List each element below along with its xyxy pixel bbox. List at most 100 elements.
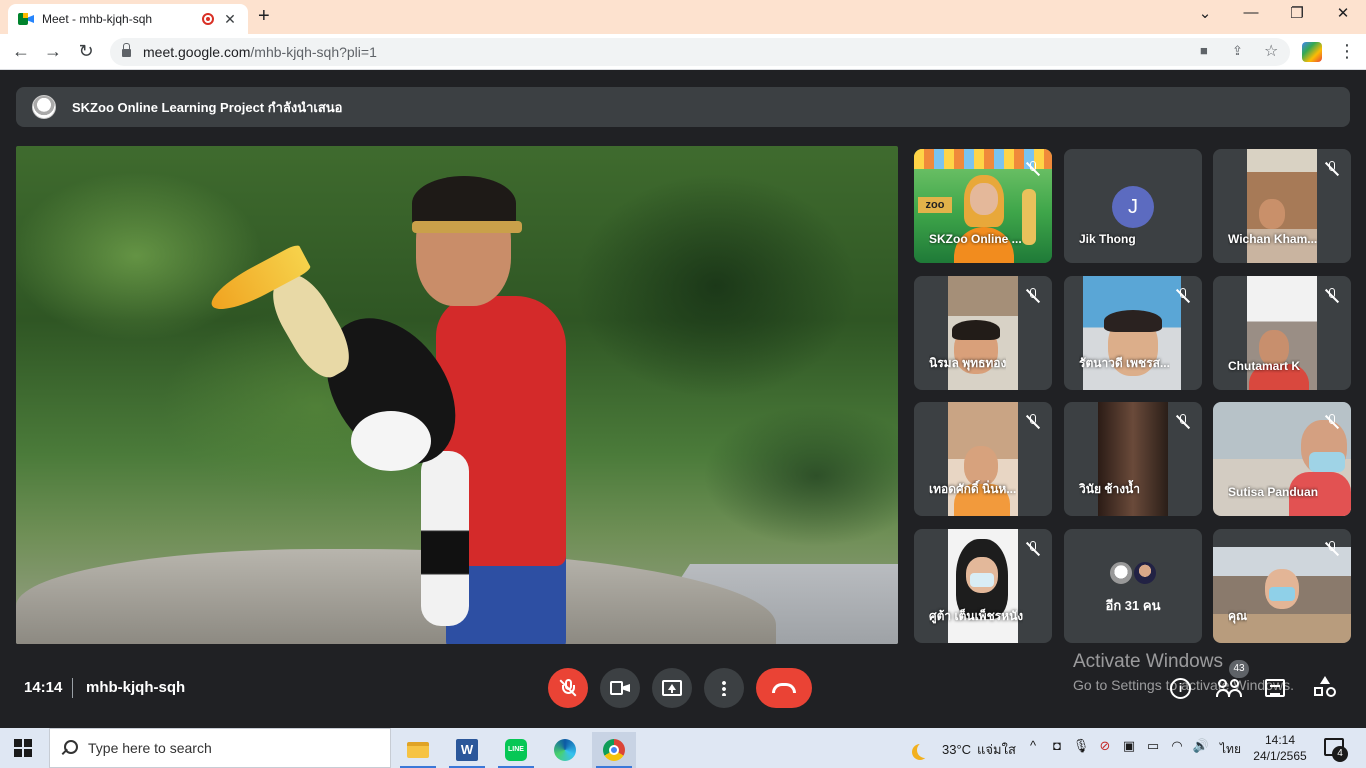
display-tray-icon[interactable]: ▣ xyxy=(1120,738,1138,754)
participant-tile[interactable]: นิรมล พุทธทอง xyxy=(914,276,1052,390)
share-icon[interactable]: ⇪ xyxy=(1232,43,1243,59)
participant-tile[interactable]: วินัย ช้างน้ำ xyxy=(1064,402,1202,516)
toggle-camera-button[interactable] xyxy=(600,668,640,708)
back-arrow-icon[interactable]: ← xyxy=(10,41,32,62)
line-taskbar-button[interactable]: LINE xyxy=(494,732,538,768)
forward-arrow-icon[interactable]: → xyxy=(42,41,64,62)
chevron-up-icon[interactable]: ^ xyxy=(1024,738,1042,753)
tab-close-icon[interactable]: ✕ xyxy=(222,11,238,28)
battery-icon[interactable]: ▭ xyxy=(1144,738,1162,754)
file-explorer-taskbar-button[interactable] xyxy=(396,732,440,768)
close-window-button[interactable]: ✕ xyxy=(1328,4,1358,22)
chat-icon[interactable] xyxy=(1265,679,1285,697)
activities-icon[interactable] xyxy=(1314,676,1336,698)
antivirus-tray-icon[interactable]: ⊘ xyxy=(1096,738,1114,754)
word-icon: W xyxy=(456,739,478,761)
edge-taskbar-button[interactable] xyxy=(543,732,587,768)
camera-icon xyxy=(610,681,630,695)
minimize-button[interactable]: — xyxy=(1236,4,1266,21)
windows-start-icon[interactable] xyxy=(14,739,32,757)
chrome-taskbar-button[interactable] xyxy=(592,732,636,768)
more-options-button[interactable] xyxy=(704,668,744,708)
mic-off-icon xyxy=(1324,541,1340,557)
participant-tile[interactable]: Wichan Kham... xyxy=(1213,149,1351,263)
taskbar-search-box[interactable]: Type here to search xyxy=(49,728,391,768)
address-bar[interactable]: meet.google.com/mhb-kjqh-sqh?pli=1 ■ ⇪ ☆ xyxy=(110,38,1290,66)
participant-name: คุณ xyxy=(1228,609,1248,623)
present-screen-icon xyxy=(662,680,682,696)
browser-toolbar: ← → ↻ meet.google.com/mhb-kjqh-sqh?pli=1… xyxy=(0,34,1366,70)
browser-menu-icon[interactable]: ⋮ xyxy=(1336,41,1358,62)
participant-tile[interactable]: zoo SKZoo Online ... xyxy=(914,149,1052,263)
lock-icon[interactable] xyxy=(122,42,131,58)
mic-off-icon xyxy=(1175,414,1191,430)
participant-tile[interactable]: รัตนาวดี เพชรส... xyxy=(1064,276,1202,390)
volume-icon[interactable]: 🔊 xyxy=(1192,738,1210,754)
participant-name: นิรมล พุทธทอง xyxy=(929,356,1007,370)
toggle-mic-button[interactable] xyxy=(548,668,588,708)
meeting-code: mhb-kjqh-sqh xyxy=(86,679,186,696)
browser-tab-strip: Meet - mhb-kjqh-sqh ✕ + ⌄ — ❐ ✕ xyxy=(0,0,1366,34)
reload-icon[interactable]: ↻ xyxy=(75,41,97,62)
browser-tab-meet[interactable]: Meet - mhb-kjqh-sqh ✕ xyxy=(8,4,248,34)
mic-off-icon xyxy=(559,679,577,697)
maximize-button[interactable]: ❐ xyxy=(1282,4,1312,22)
word-taskbar-button[interactable]: W xyxy=(445,732,489,768)
participant-name: ศูต้า เต็นเพ็ชรหนัง xyxy=(929,609,1024,623)
participant-tile[interactable]: Sutisa Panduan xyxy=(1213,402,1351,516)
self-tile[interactable]: คุณ xyxy=(1213,529,1351,643)
presenting-banner: SKZoo Online Learning Project กำลังนำเสน… xyxy=(16,87,1350,127)
meeting-details-info-icon[interactable]: i xyxy=(1170,678,1191,699)
presentation-video[interactable] xyxy=(16,146,898,644)
temperature: 33°C xyxy=(942,742,972,757)
microphone-tray-icon[interactable]: 🎙 xyxy=(1072,738,1090,754)
tab-title: Meet - mhb-kjqh-sqh xyxy=(42,12,153,26)
mic-off-icon xyxy=(1324,414,1340,430)
mic-off-icon xyxy=(1025,161,1041,177)
participant-tile[interactable]: Chutamart K xyxy=(1213,276,1351,390)
edge-icon xyxy=(554,739,576,761)
mic-off-icon xyxy=(1175,288,1191,304)
wifi-icon[interactable]: ◠ xyxy=(1168,738,1186,754)
more-participants-tile[interactable]: อีก 31 คน xyxy=(1064,529,1202,643)
participant-name: เทอดศักดิ์ นิ่นห... xyxy=(929,482,1017,496)
participant-tile[interactable]: ศูต้า เต็นเพ็ชรหนัง xyxy=(914,529,1052,643)
participant-name: Wichan Kham... xyxy=(1228,232,1318,246)
leave-call-button[interactable] xyxy=(756,668,812,708)
meeting-clock: 14:14 xyxy=(24,679,63,696)
hang-up-icon xyxy=(772,683,796,693)
windows-taskbar: Type here to search W LINE 33°C แจ่มใส ^… xyxy=(0,728,1366,768)
taskbar-time: 14:14 xyxy=(1264,733,1296,747)
taskbar-date: 24/1/2565 xyxy=(1253,749,1307,763)
mic-off-icon xyxy=(1025,414,1041,430)
present-now-button[interactable] xyxy=(652,668,692,708)
camera-in-use-icon[interactable]: ■ xyxy=(1200,43,1208,58)
bookmark-star-icon[interactable]: ☆ xyxy=(1264,41,1278,61)
people-icon[interactable] xyxy=(1216,677,1242,699)
tab-search-chevron-icon[interactable]: ⌄ xyxy=(1190,4,1220,22)
file-explorer-icon xyxy=(407,742,429,758)
mic-off-icon xyxy=(1324,288,1340,304)
participant-count-badge: 43 xyxy=(1229,660,1249,678)
recording-icon xyxy=(202,13,214,25)
extension-icon[interactable] xyxy=(1302,42,1322,62)
participant-tile[interactable]: J Jik Thong xyxy=(1064,149,1202,263)
input-language[interactable]: ไทย xyxy=(1220,740,1241,759)
participant-tile[interactable]: เทอดศักดิ์ นิ่นห... xyxy=(914,402,1052,516)
screen: Meet - mhb-kjqh-sqh ✕ + ⌄ — ❐ ✕ ← → ↻ me… xyxy=(0,0,1366,768)
new-tab-button[interactable]: + xyxy=(258,5,270,28)
camera-tray-icon[interactable]: ◘ xyxy=(1048,738,1066,753)
avatar: J xyxy=(1112,186,1154,228)
meet-favicon-icon xyxy=(18,12,34,26)
participant-name: วินัย ช้างน้ำ xyxy=(1079,482,1140,496)
participant-name: Jik Thong xyxy=(1079,232,1136,246)
more-participants-label: อีก 31 คน xyxy=(1105,598,1161,613)
participant-name: Chutamart K xyxy=(1228,359,1301,373)
url-text: meet.google.com/mhb-kjqh-sqh?pli=1 xyxy=(143,44,377,60)
chrome-icon xyxy=(603,739,625,761)
mic-off-icon xyxy=(1025,288,1041,304)
mic-off-icon xyxy=(1025,541,1041,557)
taskbar-clock[interactable]: 14:14 24/1/2565 xyxy=(1252,732,1308,764)
weather-widget[interactable]: 33°C แจ่มใส xyxy=(912,739,1016,760)
meet-stage: SKZoo Online Learning Project กำลังนำเสน… xyxy=(0,71,1366,728)
